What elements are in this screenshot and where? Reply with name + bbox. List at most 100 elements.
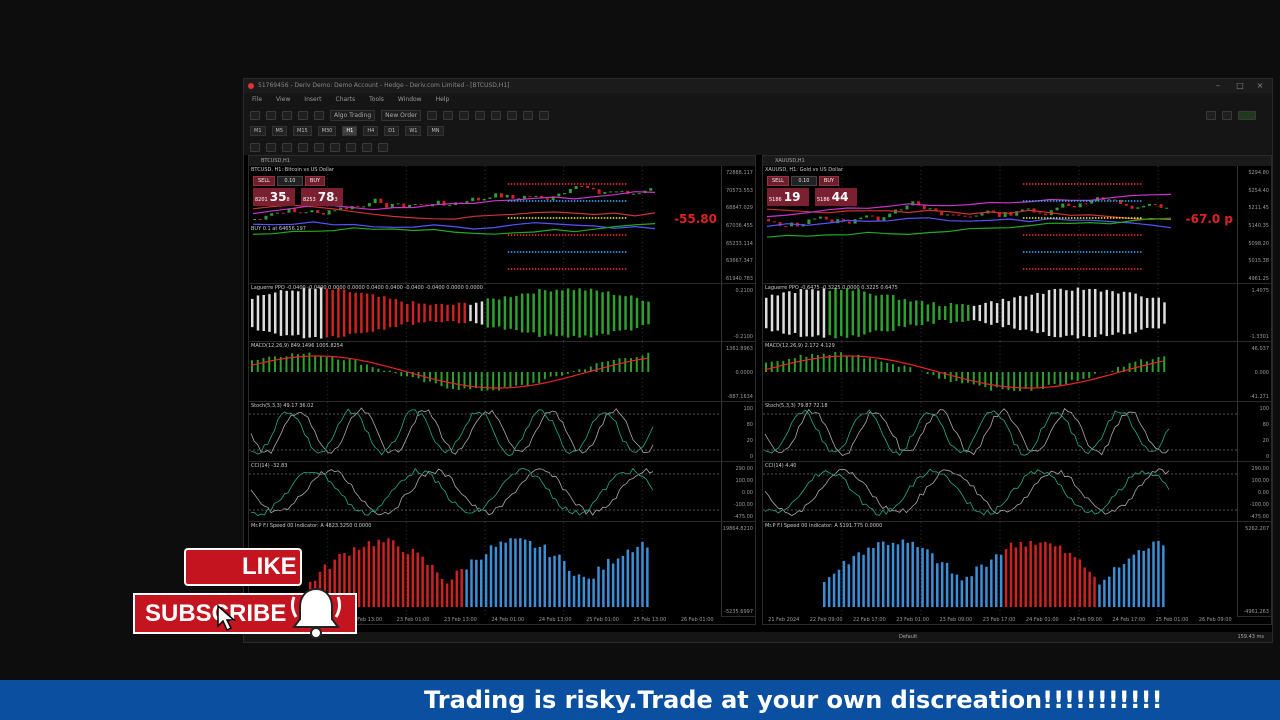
trendline-icon[interactable] bbox=[314, 142, 324, 152]
level-dot bbox=[1115, 217, 1118, 219]
menu-view[interactable]: View bbox=[276, 93, 290, 107]
sell-price-box[interactable]: 8201 358 bbox=[253, 188, 295, 206]
timeframe-w1[interactable]: W1 bbox=[405, 126, 422, 136]
timeframe-m30[interactable]: M30 bbox=[317, 126, 337, 136]
menu-tools[interactable]: Tools bbox=[369, 93, 384, 107]
minimize-button[interactable]: – bbox=[1208, 79, 1228, 93]
level-dot bbox=[603, 183, 606, 185]
ppo-bar bbox=[1088, 288, 1091, 338]
speed-bar bbox=[533, 547, 537, 607]
ppo-bar bbox=[337, 288, 340, 338]
tile-windows-icon[interactable] bbox=[507, 110, 518, 120]
level-dot bbox=[612, 268, 615, 270]
notification-bell-icon[interactable] bbox=[290, 583, 342, 639]
ppo-bar bbox=[296, 291, 300, 335]
level-dot bbox=[1115, 183, 1118, 185]
speed-bar bbox=[891, 542, 895, 607]
indicators-icon[interactable] bbox=[523, 110, 534, 120]
level-dot bbox=[1025, 251, 1028, 253]
data-window-icon[interactable] bbox=[314, 110, 324, 120]
navigator-icon[interactable] bbox=[298, 110, 308, 120]
text-tool-icon[interactable] bbox=[362, 142, 372, 152]
search-icon[interactable] bbox=[1206, 110, 1216, 120]
horizontal-line-icon[interactable] bbox=[298, 142, 308, 152]
bar-chart-icon[interactable] bbox=[427, 110, 438, 120]
buy-button[interactable]: BUY bbox=[304, 176, 326, 186]
macd-label: MACD(12,26,9) 2.172 4.129 bbox=[765, 343, 835, 349]
speed-bar bbox=[881, 541, 885, 607]
buy-price-box[interactable]: 5186 44 bbox=[815, 188, 857, 206]
buy-button[interactable]: BUY bbox=[818, 176, 840, 186]
macd-bar bbox=[325, 356, 328, 372]
speed-bar bbox=[955, 574, 959, 607]
timeframe-d1[interactable]: D1 bbox=[384, 126, 400, 136]
timeframe-h1[interactable]: H1 bbox=[342, 126, 358, 136]
sell-price-box[interactable]: 5186 19 bbox=[767, 188, 809, 206]
x-tick-label: 24 Feb 09:00 bbox=[1069, 616, 1102, 623]
shapes-icon[interactable] bbox=[378, 142, 388, 152]
level-dot bbox=[579, 200, 582, 202]
zoom-in-icon[interactable] bbox=[475, 110, 486, 120]
chart-tab-title[interactable]: BTCUSD,H1 bbox=[249, 156, 755, 166]
cci-line bbox=[764, 468, 1170, 516]
vertical-line-icon[interactable] bbox=[282, 142, 292, 152]
lot-size-input[interactable]: 0.10 bbox=[276, 176, 303, 186]
close-button[interactable]: × bbox=[1250, 79, 1270, 93]
channel-icon[interactable] bbox=[330, 142, 340, 152]
speed-bar bbox=[1152, 541, 1155, 607]
pane-cci: CCI(14) -32.83 290.00 100.00 0.00 -100.00 -47… bbox=[249, 462, 755, 522]
algo-trading-button[interactable]: Algo Trading bbox=[330, 109, 376, 121]
ppo-bar bbox=[1117, 293, 1120, 333]
timeframe-h4[interactable]: H4 bbox=[363, 126, 379, 136]
ppo-bar bbox=[607, 291, 610, 335]
sell-button[interactable]: SELL bbox=[253, 176, 275, 186]
fibonacci-icon[interactable] bbox=[346, 142, 356, 152]
level-dot bbox=[522, 234, 525, 236]
maximize-button[interactable]: □ bbox=[1230, 79, 1250, 93]
candle bbox=[620, 190, 624, 192]
level-dot bbox=[534, 217, 537, 219]
menu-charts[interactable]: Charts bbox=[336, 93, 356, 107]
level-dot bbox=[543, 234, 546, 236]
macd-plot bbox=[764, 342, 1166, 402]
main-price-axis: 5294.80 5254.40 5211.45 5140.35 5098.20 5015.… bbox=[1237, 166, 1271, 283]
new-chart-icon[interactable] bbox=[250, 110, 260, 120]
lot-size-input[interactable]: 0.10 bbox=[790, 176, 817, 186]
menu-help[interactable]: Help bbox=[436, 93, 450, 107]
ppo-bar bbox=[371, 294, 375, 332]
timeframe-m1[interactable]: M1 bbox=[250, 126, 266, 136]
ppo-bar bbox=[816, 290, 820, 336]
menu-insert[interactable]: Insert bbox=[304, 93, 321, 107]
sell-button[interactable]: SELL bbox=[767, 176, 789, 186]
market-watch-icon[interactable] bbox=[282, 110, 292, 120]
like-button[interactable]: LIKE bbox=[184, 548, 302, 586]
timeframe-m15[interactable]: M15 bbox=[293, 126, 312, 136]
speed-bar bbox=[862, 554, 865, 607]
templates-icon[interactable] bbox=[539, 110, 550, 120]
profiles-icon[interactable] bbox=[266, 110, 276, 120]
speed-bar bbox=[411, 548, 415, 607]
timeframe-mn[interactable]: MN bbox=[427, 126, 444, 136]
notifications-icon[interactable] bbox=[1222, 110, 1232, 120]
menu-window[interactable]: Window bbox=[398, 93, 422, 107]
zoom-out-icon[interactable] bbox=[491, 110, 502, 120]
level-dot bbox=[525, 268, 528, 270]
crosshair-icon[interactable] bbox=[250, 142, 260, 152]
buy-price-main: 78 bbox=[317, 190, 335, 204]
level-dot bbox=[621, 183, 624, 185]
chart-tab-title[interactable]: XAUUSD,H1 bbox=[763, 156, 1271, 166]
candle-chart-icon[interactable] bbox=[443, 110, 454, 120]
cursor-icon[interactable] bbox=[266, 142, 276, 152]
open-order-label[interactable]: BUY 0.1 at 64656.197 bbox=[251, 226, 306, 232]
speed-bar bbox=[577, 574, 581, 607]
level-dot bbox=[612, 183, 615, 185]
level-dot bbox=[525, 183, 528, 185]
candle bbox=[637, 193, 641, 195]
new-order-button[interactable]: New Order bbox=[381, 109, 422, 121]
menu-file[interactable]: File bbox=[252, 93, 262, 107]
ppo-bar bbox=[1013, 297, 1016, 329]
buy-price-box[interactable]: 8253 783 bbox=[301, 188, 343, 206]
line-chart-icon[interactable] bbox=[459, 110, 470, 120]
timeframe-m5[interactable]: M5 bbox=[271, 126, 287, 136]
x-tick-label: 26 Feb 01:00 bbox=[680, 616, 714, 623]
